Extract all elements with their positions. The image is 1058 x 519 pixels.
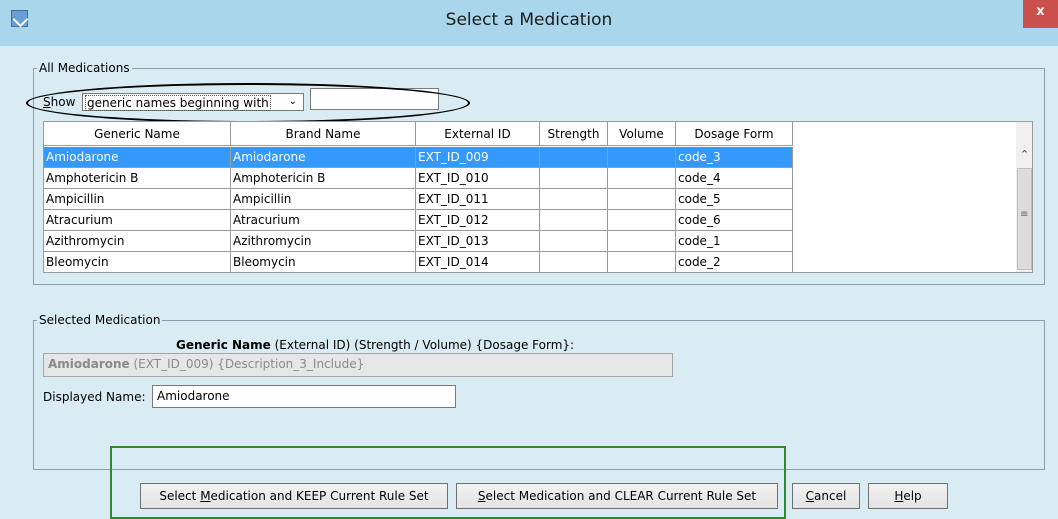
column-header-brand-name[interactable]: Brand Name xyxy=(231,122,416,146)
name-preview-field: Amiodarone (EXT_ID_009) {Description_3_I… xyxy=(43,353,673,377)
column-header-external-id[interactable]: External ID xyxy=(416,122,540,146)
table-row[interactable]: Atracurium Atracurium EXT_ID_012 code_6 xyxy=(44,210,793,231)
cell-volume xyxy=(608,168,676,189)
displayed-name-input[interactable]: Amiodarone xyxy=(152,385,456,408)
cell-external-id: EXT_ID_013 xyxy=(416,231,540,252)
cell-strength xyxy=(540,231,608,252)
scroll-up-icon[interactable]: ⌃ xyxy=(1016,146,1032,163)
name-format-bold: Generic Name xyxy=(176,338,271,352)
displayed-name-label: Displayed Name: xyxy=(43,390,146,404)
cell-generic-name: Ampicillin xyxy=(44,189,231,210)
cell-dosage-form: code_1 xyxy=(676,231,793,252)
help-button[interactable]: Help xyxy=(868,483,948,509)
grip-icon: ≡ xyxy=(1020,209,1029,220)
cell-dosage-form: code_5 xyxy=(676,189,793,210)
name-format-rest: (External ID) (Strength / Volume) {Dosag… xyxy=(270,338,575,352)
column-header-volume[interactable]: Volume xyxy=(608,122,676,146)
medications-table[interactable]: Generic Name Brand Name External ID Stre… xyxy=(43,121,1033,273)
highlight-ellipse xyxy=(26,83,470,123)
table-row[interactable]: Amphotericin B Amphotericin B EXT_ID_010… xyxy=(44,168,793,189)
cell-external-id: EXT_ID_012 xyxy=(416,210,540,231)
cell-volume xyxy=(608,189,676,210)
cell-brand-name: Ampicillin xyxy=(231,189,416,210)
cell-generic-name: Azithromycin xyxy=(44,231,231,252)
cell-strength xyxy=(540,189,608,210)
table-header: Generic Name Brand Name External ID Stre… xyxy=(44,122,793,147)
selected-medication-legend: Selected Medication xyxy=(37,313,163,327)
cell-brand-name: Bleomycin xyxy=(231,252,416,272)
cell-strength xyxy=(540,168,608,189)
all-medications-legend: All Medications xyxy=(37,61,132,75)
table-row[interactable]: Amiodarone Amiodarone EXT_ID_009 code_3 xyxy=(44,147,793,168)
cell-strength xyxy=(540,252,608,272)
cell-volume xyxy=(608,147,676,168)
cell-dosage-form: code_4 xyxy=(676,168,793,189)
cell-external-id: EXT_ID_011 xyxy=(416,189,540,210)
title-bar: Select a Medication x xyxy=(0,0,1058,46)
close-button[interactable]: x xyxy=(1023,0,1058,28)
cancel-button[interactable]: Cancel xyxy=(792,483,860,509)
cell-generic-name: Amiodarone xyxy=(44,147,231,168)
select-keep-rule-set-button[interactable]: Select Medication and KEEP Current Rule … xyxy=(140,483,448,509)
column-header-generic-name[interactable]: Generic Name xyxy=(44,122,231,146)
cell-brand-name: Atracurium xyxy=(231,210,416,231)
cell-dosage-form: code_2 xyxy=(676,252,793,272)
cell-volume xyxy=(608,252,676,272)
cell-strength xyxy=(540,210,608,231)
cell-volume xyxy=(608,210,676,231)
table-row[interactable]: Bleomycin Bleomycin EXT_ID_014 code_2 xyxy=(44,252,793,272)
column-header-dosage-form[interactable]: Dosage Form xyxy=(676,122,793,146)
table-row[interactable]: Azithromycin Azithromycin EXT_ID_013 cod… xyxy=(44,231,793,252)
cell-strength xyxy=(540,147,608,168)
cell-external-id: EXT_ID_014 xyxy=(416,252,540,272)
column-header-strength[interactable]: Strength xyxy=(540,122,608,146)
window-title: Select a Medication xyxy=(445,10,613,30)
cell-external-id: EXT_ID_009 xyxy=(416,147,540,168)
cell-generic-name: Atracurium xyxy=(44,210,231,231)
cell-dosage-form: code_6 xyxy=(676,210,793,231)
cell-generic-name: Bleomycin xyxy=(44,252,231,272)
preview-bold: Amiodarone xyxy=(48,357,130,371)
preview-rest: (EXT_ID_009) {Description_3_Include} xyxy=(129,357,365,371)
cell-brand-name: Amphotericin B xyxy=(231,168,416,189)
cell-brand-name: Amiodarone xyxy=(231,147,416,168)
dialog-window: Select a Medication x All Medications Sh… xyxy=(0,0,1058,519)
cell-volume xyxy=(608,231,676,252)
scrollbar-thumb[interactable]: ≡ xyxy=(1017,168,1032,270)
table-row[interactable]: Ampicillin Ampicillin EXT_ID_011 code_5 xyxy=(44,189,793,210)
vertical-scrollbar[interactable]: ⌃ ≡ xyxy=(1016,122,1032,272)
select-clear-rule-set-button[interactable]: Select Medication and CLEAR Current Rule… xyxy=(456,483,778,509)
cell-external-id: EXT_ID_010 xyxy=(416,168,540,189)
name-format-label: Generic Name (External ID) (Strength / V… xyxy=(176,338,574,352)
cell-dosage-form: code_3 xyxy=(676,147,793,168)
cell-generic-name: Amphotericin B xyxy=(44,168,231,189)
cell-brand-name: Azithromycin xyxy=(231,231,416,252)
